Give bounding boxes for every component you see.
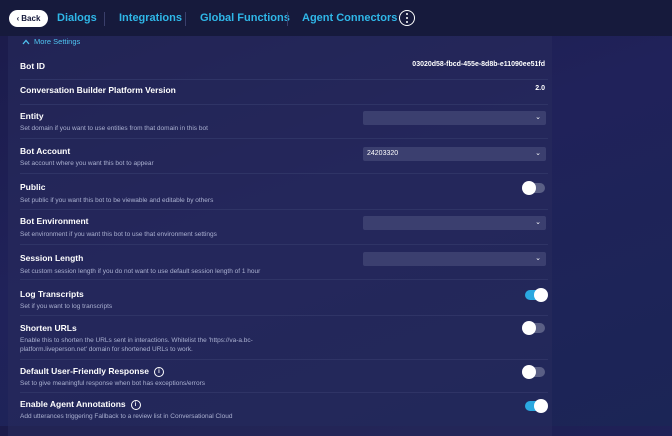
bot-id-label: Bot ID <box>20 61 46 71</box>
friendly-response-label-text: Default User-Friendly Response <box>20 366 149 376</box>
more-settings-toggle[interactable]: More Settings <box>22 37 80 46</box>
platform-version-label: Conversation Builder Platform Version <box>20 85 176 95</box>
setting-shorten-urls: Shorten URLs Enable this to shorten the … <box>20 316 548 360</box>
log-transcripts-toggle[interactable] <box>525 288 548 302</box>
setting-bot-account: Bot Account Set account where you want t… <box>20 139 548 174</box>
agent-annotations-toggle[interactable] <box>525 399 548 413</box>
friendly-response-label: Default User-Friendly Response i <box>20 366 164 377</box>
top-navigation: ‹ Back Dialogs Integrations Global Funct… <box>0 0 672 36</box>
tab-integrations[interactable]: Integrations <box>119 12 182 24</box>
shorten-urls-toggle[interactable] <box>522 321 545 335</box>
friendly-response-toggle[interactable] <box>522 365 545 379</box>
tab-agent-connectors[interactable]: Agent Connectors <box>302 12 397 24</box>
public-label: Public <box>20 182 46 192</box>
tab-divider <box>185 12 186 26</box>
toggle-knob <box>522 321 536 335</box>
setting-platform-version: Conversation Builder Platform Version 2.… <box>20 80 548 105</box>
tab-dialogs[interactable]: Dialogs <box>57 12 97 24</box>
chevron-left-icon: ‹ <box>16 13 20 23</box>
public-description: Set public if you want this bot to be vi… <box>20 197 214 204</box>
bot-account-description: Set account where you want this bot to a… <box>20 160 154 167</box>
vertical-dots-icon <box>406 12 408 24</box>
toggle-knob <box>522 365 536 379</box>
chevron-down-icon: ⌄ <box>535 255 541 262</box>
tab-divider <box>287 12 288 26</box>
chevron-down-icon: ⌄ <box>535 219 541 226</box>
log-transcripts-description: Set if you want to log transcripts <box>20 303 113 310</box>
setting-log-transcripts: Log Transcripts Set if you want to log t… <box>20 280 548 316</box>
bot-account-label: Bot Account <box>20 146 71 156</box>
toggle-knob <box>534 288 548 302</box>
toggle-knob <box>522 181 536 195</box>
agent-annotations-description: Add utterances triggering Fallback to a … <box>20 413 233 420</box>
session-length-description: Set custom session length if you do not … <box>20 268 261 275</box>
tab-global-functions[interactable]: Global Functions <box>200 12 290 24</box>
bot-account-select[interactable]: 24203320 ⌄ <box>363 147 546 161</box>
agent-annotations-label: Enable Agent Annotations i <box>20 399 141 410</box>
bot-id-value: 03020d58-fbcd-455e-8d8b-e11090ee51fd <box>412 61 545 68</box>
chevron-down-icon: ⌄ <box>535 114 541 121</box>
session-length-label: Session Length <box>20 253 84 263</box>
tab-divider <box>104 12 105 26</box>
chevron-down-icon: ⌄ <box>535 150 541 157</box>
setting-bot-id: Bot ID 03020d58-fbcd-455e-8d8b-e11090ee5… <box>20 53 548 80</box>
setting-entity: Entity Set domain if you want to use ent… <box>20 105 548 139</box>
setting-session-length: Session Length Set custom session length… <box>20 245 548 280</box>
more-options-button[interactable] <box>399 10 415 26</box>
bot-environment-description: Set environment if you want this bot to … <box>20 231 217 238</box>
more-settings-label: More Settings <box>34 37 81 46</box>
agent-annotations-label-text: Enable Agent Annotations <box>20 399 126 409</box>
friendly-response-description: Set to give meaningful response when bot… <box>20 380 205 387</box>
shorten-urls-description-line-2: platform.liveperson.net' domain for shor… <box>20 346 193 353</box>
bot-environment-select[interactable]: ⌄ <box>363 216 546 230</box>
chevron-up-icon <box>22 39 30 44</box>
setting-agent-annotations: Enable Agent Annotations i Add utterances… <box>20 393 548 426</box>
bot-account-selected-value: 24203320 <box>367 150 399 157</box>
entity-select[interactable]: ⌄ <box>363 111 546 125</box>
log-transcripts-label: Log Transcripts <box>20 289 84 299</box>
platform-version-value: 2.0 <box>535 85 545 92</box>
bot-environment-label: Bot Environment <box>20 216 89 226</box>
entity-label: Entity <box>20 111 44 121</box>
back-button[interactable]: ‹ Back <box>9 10 48 27</box>
session-length-select[interactable]: ⌄ <box>363 252 546 266</box>
shorten-urls-description-line-1: Enable this to shorten the URLs sent in … <box>20 337 253 344</box>
info-icon[interactable]: i <box>130 400 141 410</box>
setting-bot-environment: Bot Environment Set environment if you w… <box>20 210 548 245</box>
setting-public: Public Set public if you want this bot t… <box>20 174 548 210</box>
info-icon[interactable]: i <box>153 367 164 377</box>
entity-description: Set domain if you want to use entities f… <box>20 125 208 132</box>
toggle-knob <box>534 399 548 413</box>
setting-friendly-response: Default User-Friendly Response i Set to g… <box>20 360 548 393</box>
shorten-urls-label: Shorten URLs <box>20 323 77 333</box>
public-toggle[interactable] <box>522 181 545 195</box>
back-label: Back <box>21 14 41 23</box>
